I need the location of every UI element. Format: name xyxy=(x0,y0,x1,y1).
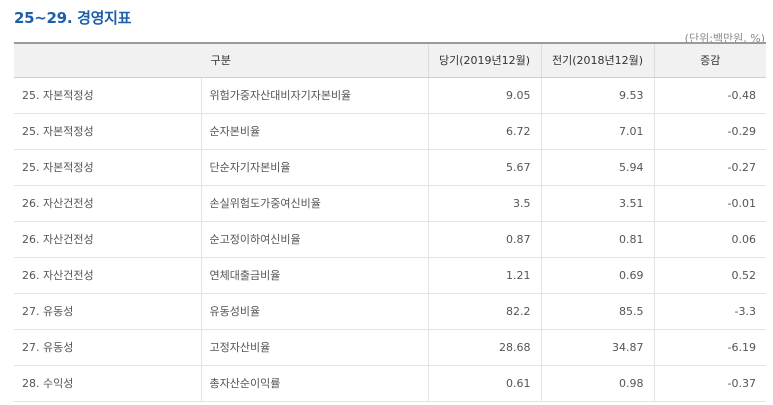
item-cell: 고정자산비율 xyxy=(200,329,428,366)
table-row: 26. 자산건전성 연체대출금비율 1.21 0.69 0.52 xyxy=(14,257,766,294)
previous-value-cell: 7.01 xyxy=(540,113,654,150)
header-previous-period: 전기(2018년12월) xyxy=(540,42,654,78)
change-value-cell: -0.48 xyxy=(653,77,766,114)
table-row: 25. 자본적정성 단순자기자본비율 5.67 5.94 -0.27 xyxy=(14,149,766,186)
current-value-cell: 5.67 xyxy=(427,149,541,186)
current-value-cell: 28.68 xyxy=(427,329,541,366)
current-value-cell: 0.61 xyxy=(427,365,541,402)
previous-value-cell: 85.5 xyxy=(540,293,654,330)
change-value-cell: -6.19 xyxy=(653,329,766,366)
indicators-table: 구분 당기(2019년12월) 전기(2018년12월) 증감 25. 자본적정… xyxy=(14,42,766,402)
table-row: 26. 자산건전성 순고정이하여신비율 0.87 0.81 0.06 xyxy=(14,221,766,258)
category-cell: 26. 자산건전성 xyxy=(14,185,201,222)
category-cell: 27. 유동성 xyxy=(14,293,201,330)
change-value-cell: -0.37 xyxy=(653,365,766,402)
item-cell: 총자산순이익률 xyxy=(200,365,428,402)
current-value-cell: 0.87 xyxy=(427,221,541,258)
current-value-cell: 1.21 xyxy=(427,257,541,294)
table-row: 27. 유동성 고정자산비율 28.68 34.87 -6.19 xyxy=(14,329,766,366)
item-cell: 연체대출금비율 xyxy=(200,257,428,294)
table-row: 27. 유동성 유동성비율 82.2 85.5 -3.3 xyxy=(14,293,766,330)
category-cell: 25. 자본적정성 xyxy=(14,149,201,186)
table-header-row: 구분 당기(2019년12월) 전기(2018년12월) 증감 xyxy=(14,42,766,78)
current-value-cell: 3.5 xyxy=(427,185,541,222)
current-value-cell: 82.2 xyxy=(427,293,541,330)
category-cell: 26. 자산건전성 xyxy=(14,257,201,294)
item-cell: 단순자기자본비율 xyxy=(200,149,428,186)
table-row: 26. 자산건전성 손실위험도가중여신비율 3.5 3.51 -0.01 xyxy=(14,185,766,222)
category-cell: 28. 수익성 xyxy=(14,365,201,402)
category-cell: 27. 유동성 xyxy=(14,329,201,366)
item-cell: 순자본비율 xyxy=(200,113,428,150)
previous-value-cell: 0.81 xyxy=(540,221,654,258)
previous-value-cell: 34.87 xyxy=(540,329,654,366)
category-cell: 25. 자본적정성 xyxy=(14,113,201,150)
category-cell: 26. 자산건전성 xyxy=(14,221,201,258)
table-row: 25. 자본적정성 위험가중자산대비자기자본비율 9.05 9.53 -0.48 xyxy=(14,77,766,114)
change-value-cell: 0.06 xyxy=(653,221,766,258)
change-value-cell: -0.27 xyxy=(653,149,766,186)
previous-value-cell: 9.53 xyxy=(540,77,654,114)
item-cell: 유동성비율 xyxy=(200,293,428,330)
previous-value-cell: 3.51 xyxy=(540,185,654,222)
item-cell: 손실위험도가중여신비율 xyxy=(200,185,428,222)
header-classification: 구분 xyxy=(14,42,428,78)
previous-value-cell: 0.69 xyxy=(540,257,654,294)
section-title: 25~29. 경영지표 xyxy=(14,9,132,27)
table-row: 28. 수익성 총자산순이익률 0.61 0.98 -0.37 xyxy=(14,365,766,402)
table-row: 25. 자본적정성 순자본비율 6.72 7.01 -0.29 xyxy=(14,113,766,150)
current-value-cell: 6.72 xyxy=(427,113,541,150)
change-value-cell: -0.29 xyxy=(653,113,766,150)
current-value-cell: 9.05 xyxy=(427,77,541,114)
header-change: 증감 xyxy=(653,42,766,78)
previous-value-cell: 0.98 xyxy=(540,365,654,402)
previous-value-cell: 5.94 xyxy=(540,149,654,186)
header-current-period: 당기(2019년12월) xyxy=(427,42,541,78)
category-cell: 25. 자본적정성 xyxy=(14,77,201,114)
item-cell: 위험가중자산대비자기자본비율 xyxy=(200,77,428,114)
change-value-cell: 0.52 xyxy=(653,257,766,294)
item-cell: 순고정이하여신비율 xyxy=(200,221,428,258)
change-value-cell: -3.3 xyxy=(653,293,766,330)
change-value-cell: -0.01 xyxy=(653,185,766,222)
